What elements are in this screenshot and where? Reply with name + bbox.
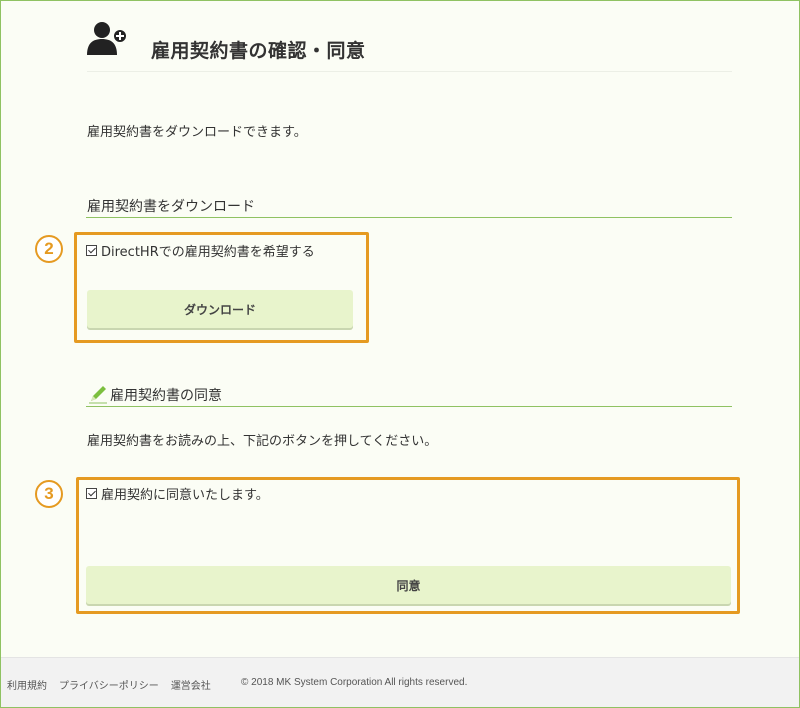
intro-text: 雇用契約書をダウンロードできます。: [87, 125, 307, 140]
agree-button[interactable]: 同意: [86, 566, 731, 604]
download-checkbox-row[interactable]: DirectHRでの雇用契約書を希望する: [86, 241, 315, 260]
step-2-badge: 2: [35, 235, 63, 263]
page-title: 雇用契約書の確認・同意: [151, 40, 366, 62]
agree-section-heading-label: 雇用契約書の同意: [110, 388, 222, 404]
user-add-icon: [87, 22, 128, 55]
footer-link-terms[interactable]: 利用規約: [7, 677, 47, 692]
agree-checkbox-row[interactable]: 雇用契約に同意いたします。: [86, 484, 269, 503]
download-section-heading: 雇用契約書をダウンロード: [86, 196, 732, 218]
agree-checkbox-label: 雇用契約に同意いたします。: [101, 488, 269, 503]
footer-link-company[interactable]: 運営会社: [171, 677, 211, 692]
page-header: 雇用契約書の確認・同意: [87, 18, 732, 72]
download-checkbox-label: DirectHRでの雇用契約書を希望する: [101, 245, 315, 260]
footer-links: 利用規約 プライバシーポリシー 運営会社: [7, 677, 211, 692]
agree-checkbox[interactable]: [86, 488, 97, 499]
footer-link-privacy[interactable]: プライバシーポリシー: [59, 677, 159, 692]
pencil-icon: [89, 386, 107, 404]
agree-section-heading: 雇用契約書の同意: [86, 385, 732, 407]
copyright: © 2018 MK System Corporation All rights …: [241, 677, 468, 688]
agree-instruction: 雇用契約書をお読みの上、下記のボタンを押してください。: [87, 434, 438, 449]
step-3-badge: 3: [35, 480, 63, 508]
download-button[interactable]: ダウンロード: [87, 290, 353, 328]
footer: 利用規約 プライバシーポリシー 運営会社 © 2018 MK System Co…: [1, 657, 799, 707]
download-checkbox[interactable]: [86, 245, 97, 256]
